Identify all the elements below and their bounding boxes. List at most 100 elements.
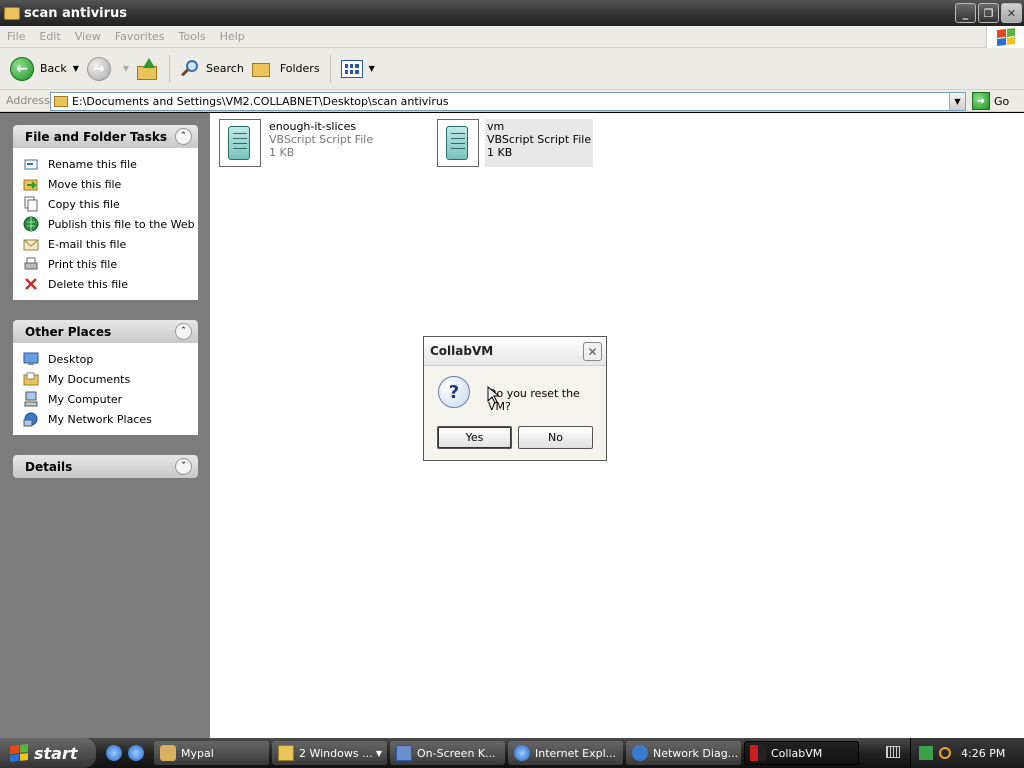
views-button[interactable]: ▼ — [337, 52, 379, 86]
up-button[interactable] — [133, 52, 163, 86]
collapse-chevron-icon[interactable]: ˆ — [175, 323, 192, 340]
file-size: 1 KB — [487, 146, 513, 159]
mypal-icon — [160, 745, 176, 761]
panel-title: Details — [25, 459, 73, 474]
folder-icon — [4, 6, 20, 20]
desktop-icon — [23, 351, 39, 367]
task-mypal[interactable]: Mypal — [154, 741, 269, 765]
task-email[interactable]: E-mail this file — [23, 234, 198, 254]
place-my-network-places[interactable]: My Network Places — [23, 409, 198, 429]
restore-button[interactable]: ❐ — [978, 3, 999, 23]
menu-favorites[interactable]: Favorites — [108, 30, 172, 43]
folders-button[interactable]: Folders — [248, 52, 324, 86]
panel-header[interactable]: Details ˇ — [13, 455, 198, 478]
ie-quicklaunch-icon[interactable] — [128, 745, 144, 761]
address-value: E:\Documents and Settings\VM2.COLLABNET\… — [72, 95, 449, 108]
start-button[interactable]: start — [0, 738, 96, 768]
task-move[interactable]: Move this file — [23, 174, 198, 194]
toolbar: ← Back ▼ → ▼ Search Folders ▼ — [0, 48, 1024, 90]
folders-label: Folders — [279, 62, 320, 75]
windows-logo — [986, 26, 1024, 48]
menu-file[interactable]: File — [0, 30, 32, 43]
task-windows-group[interactable]: 2 Windows ... ▼ — [272, 741, 387, 765]
close-button[interactable]: ✕ — [1001, 3, 1022, 23]
task-on-screen-keyboard[interactable]: On-Screen K... — [390, 741, 505, 765]
task-delete[interactable]: Delete this file — [23, 274, 198, 294]
task-internet-explorer[interactable]: Internet Expl... — [508, 741, 623, 765]
dialog-title: CollabVM — [430, 344, 494, 358]
file-item-selected[interactable]: vm VBScript Script File 1 KB — [437, 119, 594, 167]
title-bar[interactable]: scan antivirus _ ❐ ✕ — [0, 0, 1024, 26]
place-my-computer[interactable]: My Computer — [23, 389, 198, 409]
task-copy[interactable]: Copy this file — [23, 194, 198, 214]
group-dropdown-icon: ▼ — [375, 748, 382, 758]
search-icon — [180, 59, 200, 79]
task-rename[interactable]: Rename this file — [23, 154, 198, 174]
task-publish[interactable]: Publish this file to the Web — [23, 214, 198, 234]
back-button[interactable]: ← Back ▼ — [6, 52, 83, 86]
network-tray-icon[interactable] — [919, 746, 933, 760]
dialog-title-bar[interactable]: CollabVM ✕ — [424, 337, 606, 366]
task-pane: File and Folder Tasks ˆ Rename this file… — [0, 113, 210, 738]
address-input[interactable]: E:\Documents and Settings\VM2.COLLABNET\… — [50, 92, 966, 111]
window-controls: _ ❐ ✕ — [955, 3, 1022, 23]
menu-view[interactable]: View — [68, 30, 108, 43]
vbscript-file-icon — [437, 119, 479, 167]
panel-title: Other Places — [25, 324, 112, 339]
keyboard-icon — [396, 745, 412, 761]
search-tray-icon[interactable] — [939, 747, 951, 759]
yes-button[interactable]: Yes — [437, 426, 512, 449]
dialog-close-button[interactable]: ✕ — [583, 342, 602, 361]
menu-edit[interactable]: Edit — [32, 30, 67, 43]
window-title: scan antivirus — [24, 5, 128, 21]
go-arrow-icon: ➜ — [972, 92, 990, 110]
place-my-documents[interactable]: My Documents — [23, 369, 198, 389]
back-dropdown-icon[interactable]: ▼ — [73, 64, 79, 73]
file-type: VBScript Script File — [269, 133, 374, 146]
place-desktop[interactable]: Desktop — [23, 349, 198, 369]
toolbar-separator — [169, 54, 171, 83]
ie-quicklaunch-icon[interactable] — [106, 745, 122, 761]
panel-header[interactable]: Other Places ˆ — [13, 320, 198, 343]
my-computer-icon — [23, 391, 39, 407]
collapse-chevron-icon[interactable]: ˆ — [175, 128, 192, 145]
go-label: Go — [994, 94, 1010, 108]
file-list: enough-it-slices VBScript Script File 1 … — [210, 113, 1024, 738]
menu-help[interactable]: Help — [213, 30, 252, 43]
address-dropdown-icon[interactable]: ▼ — [949, 93, 965, 110]
no-button[interactable]: No — [518, 426, 593, 449]
up-folder-icon — [137, 57, 158, 80]
task-buttons: Mypal 2 Windows ... ▼ On-Screen K... Int… — [154, 741, 859, 765]
file-type: VBScript Script File — [487, 133, 592, 146]
ie-icon — [514, 745, 530, 761]
print-icon — [23, 256, 39, 272]
start-label: start — [34, 743, 78, 763]
expand-chevron-icon[interactable]: ˇ — [175, 458, 192, 475]
task-print[interactable]: Print this file — [23, 254, 198, 274]
menu-bar: File Edit View Favorites Tools Help — [0, 26, 1024, 48]
task-collabvm[interactable]: CollabVM — [744, 741, 859, 765]
forward-button[interactable]: → ▼ — [83, 52, 133, 86]
email-icon — [23, 236, 39, 252]
publish-icon — [23, 216, 39, 232]
file-item[interactable]: enough-it-slices VBScript Script File 1 … — [219, 119, 375, 167]
panel-header[interactable]: File and Folder Tasks ˆ — [13, 125, 198, 148]
back-arrow-icon: ← — [10, 56, 34, 81]
clock[interactable]: 4:26 PM — [961, 747, 1005, 760]
search-button[interactable]: Search — [176, 52, 248, 86]
minimize-button[interactable]: _ — [955, 3, 976, 23]
views-dropdown-icon: ▼ — [368, 64, 375, 73]
forward-dropdown-icon[interactable]: ▼ — [123, 64, 129, 73]
views-icon — [340, 59, 363, 78]
quick-launch — [96, 745, 154, 761]
collabvm-icon — [750, 745, 766, 761]
question-icon: ? — [438, 376, 470, 408]
task-network-diagnostics[interactable]: Network Diag... — [626, 741, 741, 765]
menu-tools[interactable]: Tools — [172, 30, 213, 43]
details-panel: Details ˇ — [13, 455, 198, 478]
language-bar-icon[interactable] — [886, 746, 900, 758]
windows-flag-icon — [10, 744, 28, 762]
go-button[interactable]: ➜ Go — [972, 92, 1009, 110]
network-icon — [632, 745, 648, 761]
folder-icon — [54, 96, 68, 107]
